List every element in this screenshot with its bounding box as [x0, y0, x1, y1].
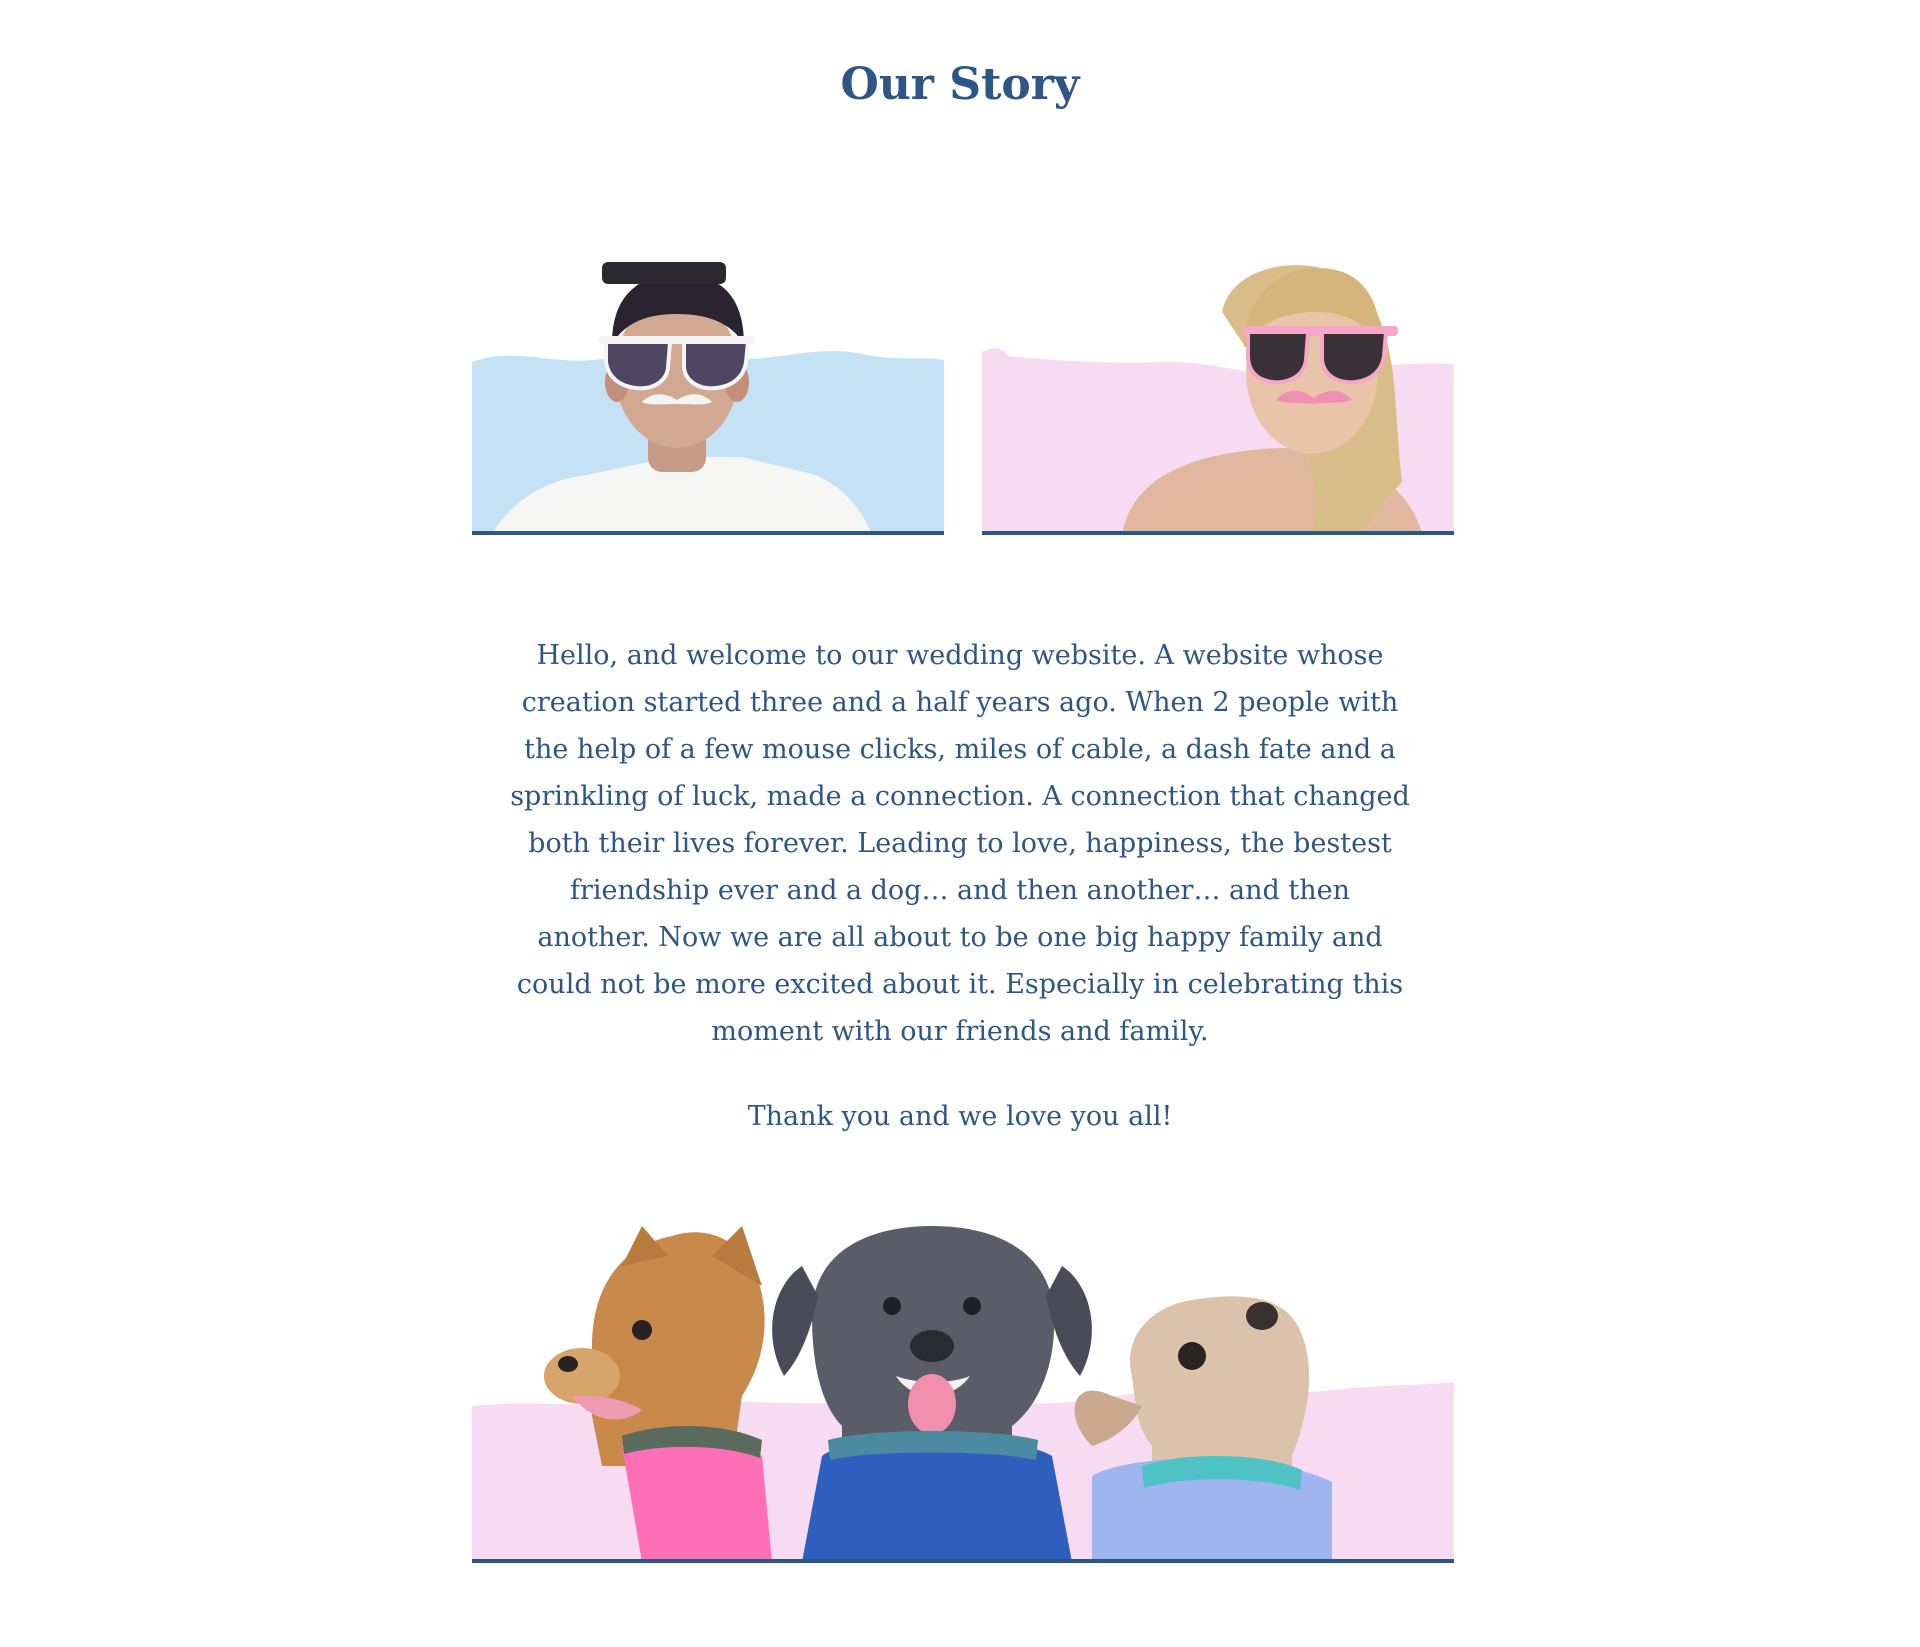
person-with-sunglasses-mustache-icon	[472, 262, 944, 535]
story-section: Hello, and welcome to our wedding websit…	[510, 632, 1410, 1140]
page-title: Our Story	[840, 59, 1080, 110]
groom-photo	[472, 252, 944, 538]
bride-photo	[982, 252, 1454, 538]
thank-you-message: Thank you and we love you all!	[747, 1101, 1173, 1132]
three-dogs-icon	[472, 1226, 1454, 1563]
dogs-photo	[472, 1226, 1454, 1566]
story-paragraph: Hello, and welcome to our wedding websit…	[510, 640, 1410, 1047]
person-with-pink-sunglasses-mustache-icon	[982, 265, 1454, 535]
